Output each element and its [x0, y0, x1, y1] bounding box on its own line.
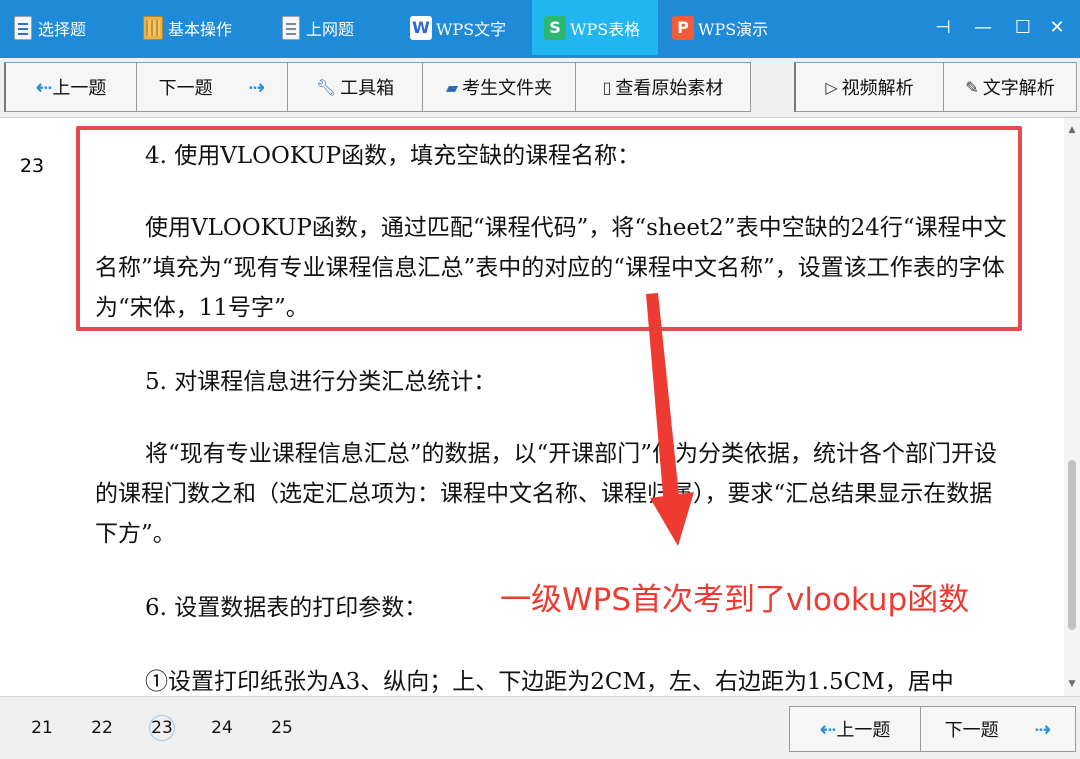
scrollbar-thumb[interactable] [1068, 460, 1076, 630]
folder-icon [142, 15, 164, 41]
bottom-next-label: 下一题 [944, 720, 999, 741]
scroll-up-icon[interactable]: ▲ [1064, 122, 1080, 138]
wrench-icon: 🔧︎ [315, 77, 337, 97]
candidate-folder-label: 考生文件夹 [462, 78, 553, 99]
tab-internet[interactable]: 上网题 [280, 0, 380, 55]
folder-open-icon: ▰ [445, 77, 459, 97]
question-link-21[interactable]: 21 [29, 715, 55, 741]
arrow-right-icon: ⇢ [1034, 717, 1052, 741]
tab-label: WPS演示 [698, 19, 769, 39]
vertical-scrollbar[interactable]: ▲ ▼ [1064, 118, 1080, 696]
bottom-next-button[interactable]: 下一题 ⇢ [920, 706, 1076, 752]
question-link-23[interactable]: 23 [149, 715, 175, 741]
annotation-text: 一级WPS首次考到了vlookup函数 [500, 582, 970, 618]
tab-wps-presentation[interactable]: P WPS演示 [672, 0, 782, 55]
pin-icon[interactable]: ⊣ [928, 0, 958, 55]
video-icon: ▷ [825, 77, 838, 97]
tab-wps-spreadsheet[interactable]: S WPS表格 [532, 0, 658, 55]
video-analysis-label: 视频解析 [841, 78, 914, 99]
toolbar: ⇠ 上一题 下一题 ⇢ 🔧︎ 工具箱 ▰ 考生文件夹 ▯ 查看原始素材 ▷ 视频… [0, 58, 1080, 118]
scroll-down-icon[interactable]: ▼ [1064, 676, 1080, 692]
arrow-left-icon: ⇠ [819, 717, 837, 741]
tab-multiple-choice[interactable]: 选择题 [12, 0, 112, 55]
tab-wps-writer[interactable]: W WPS文字 [410, 0, 520, 55]
video-analysis-button[interactable]: ▷ 视频解析 [794, 62, 944, 112]
wps-spreadsheet-icon: S [544, 15, 566, 41]
tab-label: WPS文字 [436, 19, 507, 39]
wps-writer-icon: W [410, 15, 432, 41]
bottom-bar: 21 22 23 24 25 ⇠ 上一题 下一题 ⇢ [0, 696, 1080, 759]
file-icon: ▯ [602, 77, 612, 97]
view-original-label: 查看原始素材 [615, 78, 724, 99]
wps-presentation-icon: P [672, 15, 694, 41]
view-original-button[interactable]: ▯ 查看原始素材 [575, 62, 751, 112]
question-content: 23 4. 使用VLOOKUP函数，填充空缺的课程名称： 使用VLOOKUP函数… [0, 118, 1064, 696]
next-question-button[interactable]: 下一题 ⇢ [136, 62, 288, 112]
tab-label: 基本操作 [168, 19, 233, 39]
question-link-25[interactable]: 25 [269, 715, 295, 741]
text-analysis-label: 文字解析 [982, 78, 1055, 99]
arrow-right-icon: ⇢ [248, 75, 266, 99]
toolbox-label: 工具箱 [340, 78, 395, 99]
tab-label: WPS表格 [570, 19, 641, 39]
document-icon [12, 15, 34, 41]
question-link-24[interactable]: 24 [209, 715, 235, 741]
candidate-folder-button[interactable]: ▰ 考生文件夹 [422, 62, 576, 112]
top-tab-bar: 选择题 基本操作 上网题 W WPS文字 S WPS表格 P WPS演示 ⊣ —… [0, 0, 1080, 58]
minimize-icon[interactable]: — [968, 0, 998, 55]
tab-basic-operations[interactable]: 基本操作 [142, 0, 262, 55]
question-link-22[interactable]: 22 [89, 715, 115, 741]
close-icon[interactable]: ✕ [1042, 0, 1072, 55]
document-icon [280, 15, 302, 41]
prev-question-button[interactable]: ⇠ 上一题 [4, 62, 137, 112]
bottom-prev-button[interactable]: ⇠ 上一题 [789, 706, 921, 752]
next-question-label: 下一题 [158, 78, 213, 99]
tab-label: 上网题 [306, 19, 355, 39]
bottom-prev-label: 上一题 [836, 720, 891, 741]
prev-question-label: 上一题 [52, 78, 107, 99]
toolbox-button[interactable]: 🔧︎ 工具箱 [287, 62, 423, 112]
arrow-left-icon: ⇠ [35, 75, 53, 99]
maximize-icon[interactable]: ☐ [1008, 0, 1038, 55]
tab-label: 选择题 [38, 19, 87, 39]
text-analysis-button[interactable]: ✎ 文字解析 [943, 62, 1077, 112]
edit-document-icon: ✎ [965, 77, 979, 97]
